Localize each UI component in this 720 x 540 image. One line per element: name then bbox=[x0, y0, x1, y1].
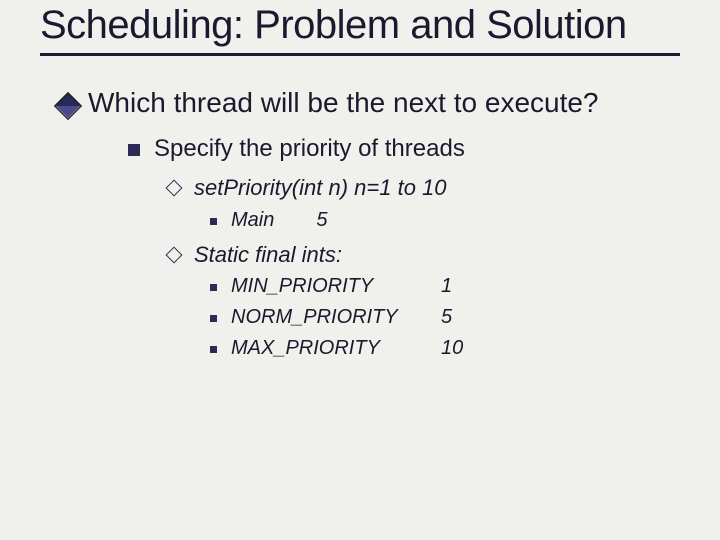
const-label: MIN_PRIORITY bbox=[231, 274, 441, 299]
square-small-icon bbox=[210, 315, 217, 322]
page-title: Scheduling: Problem and Solution bbox=[40, 4, 680, 47]
level3a-text: setPriority(int n) n=1 to 10 bbox=[194, 174, 447, 202]
list-item: MIN_PRIORITY 1 bbox=[210, 274, 680, 299]
level2-text: Specify the priority of threads bbox=[154, 134, 465, 164]
list-item: MAX_PRIORITY 10 bbox=[210, 336, 680, 361]
const-label: NORM_PRIORITY bbox=[231, 305, 441, 330]
title-underline bbox=[40, 53, 680, 56]
slide: Scheduling: Problem and Solution Which t… bbox=[0, 4, 720, 540]
bullet-level3-staticfinal: Static final ints: bbox=[168, 241, 680, 269]
list-item: NORM_PRIORITY 5 bbox=[210, 305, 680, 330]
const-value: 1 bbox=[441, 274, 501, 299]
diamond-icon bbox=[54, 92, 82, 120]
bullet-level4-main: Main 5 bbox=[210, 208, 680, 233]
level4a-label: Main bbox=[231, 208, 274, 233]
const-value: 5 bbox=[441, 305, 501, 330]
square-bullet-icon bbox=[128, 144, 140, 156]
diamond-outline-icon bbox=[166, 180, 183, 197]
level1-text: Which thread will be the next to execute… bbox=[88, 86, 599, 120]
square-small-icon bbox=[210, 284, 217, 291]
const-label: MAX_PRIORITY bbox=[231, 336, 441, 361]
bullet-level1: Which thread will be the next to execute… bbox=[58, 86, 680, 120]
square-small-icon bbox=[210, 218, 217, 225]
level3b-text: Static final ints: bbox=[194, 241, 342, 269]
bullet-level3-setpriority: setPriority(int n) n=1 to 10 bbox=[168, 174, 680, 202]
diamond-outline-icon bbox=[166, 246, 183, 263]
square-small-icon bbox=[210, 346, 217, 353]
const-value: 10 bbox=[441, 336, 501, 361]
level4a-value: 5 bbox=[316, 208, 327, 233]
bullet-level2: Specify the priority of threads bbox=[128, 134, 680, 164]
